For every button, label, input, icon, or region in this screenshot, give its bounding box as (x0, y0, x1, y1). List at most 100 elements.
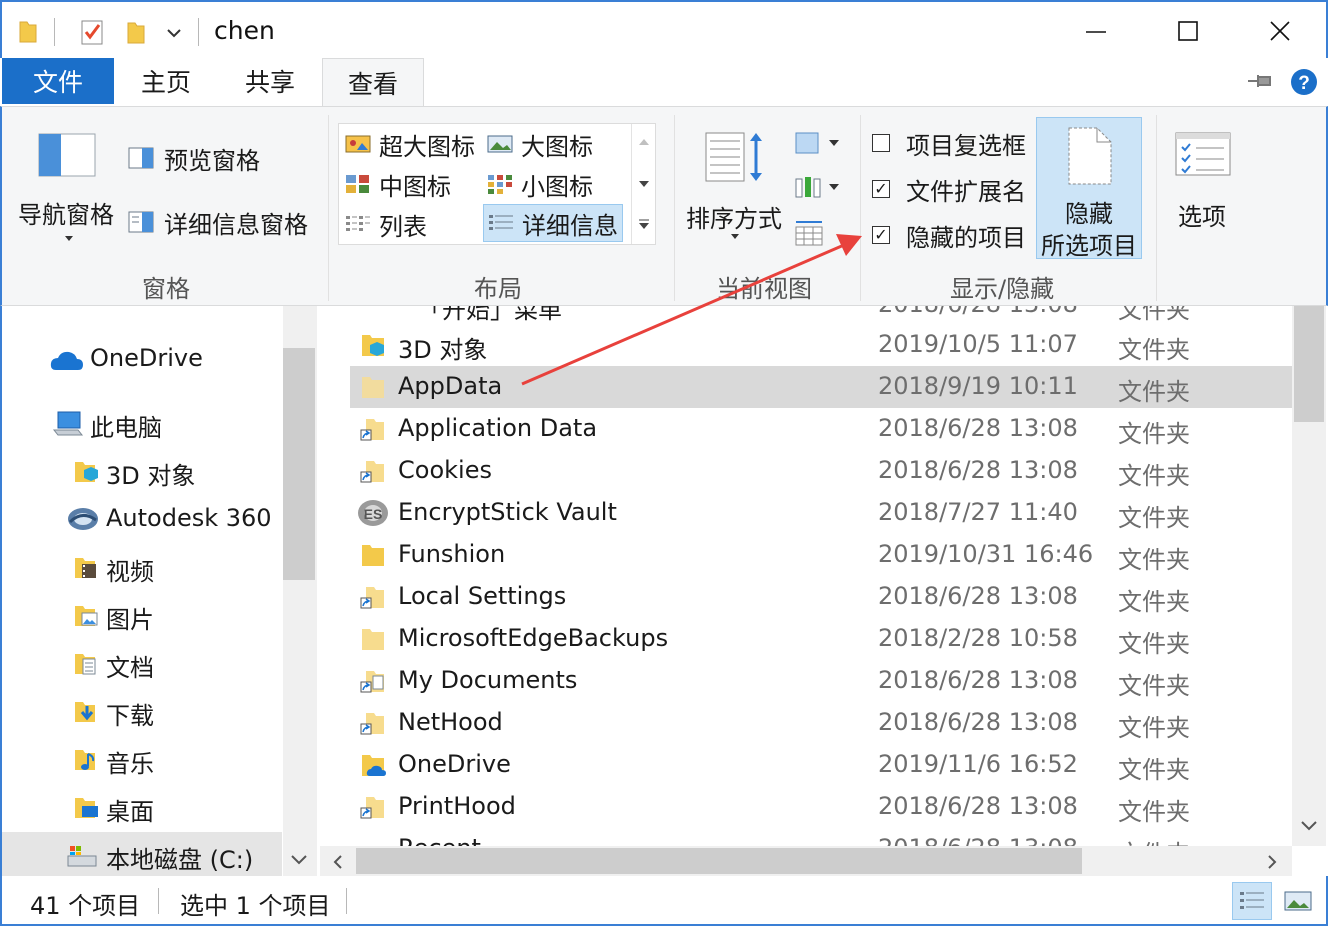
file-row[interactable]: NetHood 2018/6/28 13:08 文件夹 (350, 702, 1292, 744)
layout-large-icons[interactable]: 大图标 (487, 124, 627, 164)
file-row[interactable]: My Documents 2018/6/28 13:08 文件夹 (350, 660, 1292, 702)
layout-item-label: 详细信息 (522, 211, 618, 240)
chevron-down-icon[interactable] (166, 28, 182, 38)
file-date: 2018/6/28 13:08 (878, 582, 1078, 610)
folder-shortcut-icon (360, 713, 384, 735)
chevron-right-icon[interactable] (1266, 854, 1278, 870)
file-type: 文件夹 (1118, 546, 1190, 574)
file-type: 文件夹 (1118, 462, 1190, 490)
divider (674, 115, 675, 301)
file-date: 2018/6/28 13:08 (878, 414, 1078, 442)
file-type: 文件夹 (1118, 630, 1190, 658)
layout-details-selected[interactable]: 详细信息 (483, 204, 623, 242)
group-by-button[interactable] (794, 129, 844, 157)
large-icons-view-button[interactable] (1278, 882, 1318, 920)
options-button[interactable]: 选项 (1166, 121, 1246, 251)
selected-count: 选中 1 个项目 (180, 892, 331, 920)
chevron-down-icon[interactable] (1300, 820, 1318, 832)
sort-by-button[interactable]: 排序方式 (684, 119, 784, 255)
chevron-up-icon[interactable] (638, 138, 650, 146)
tab-view[interactable]: 查看 (322, 58, 424, 106)
chevron-left-icon[interactable] (332, 854, 344, 870)
layout-extra-large-icons[interactable]: 超大图标 (345, 124, 485, 164)
item-checkboxes-toggle[interactable]: 项目复选框 (872, 127, 1032, 160)
divider (1156, 115, 1157, 301)
folder-icon[interactable] (18, 18, 38, 44)
details-view-button[interactable] (1232, 882, 1272, 920)
layout-small-icons[interactable]: 小图标 (487, 164, 627, 204)
tab-share[interactable]: 共享 (218, 58, 322, 104)
svg-text:?: ? (1298, 73, 1310, 94)
preview-pane-button[interactable]: 预览窗格 (128, 141, 308, 175)
details-pane-button[interactable]: 详细信息窗格 (128, 205, 318, 239)
tab-home[interactable]: 主页 (114, 58, 218, 104)
list-icon (346, 216, 370, 231)
expand-gallery-icon[interactable] (638, 218, 650, 230)
file-row[interactable]: Cookies 2018/6/28 13:08 文件夹 (350, 450, 1292, 492)
nav-item-autodesk-360[interactable]: Autodesk 360 (2, 496, 282, 544)
gallery-scroll[interactable] (631, 124, 655, 244)
chevron-down-icon[interactable] (290, 854, 308, 866)
file-row[interactable]: PrintHood 2018/6/28 13:08 文件夹 (350, 786, 1292, 828)
file-row[interactable]: OneDrive 2019/11/6 16:52 文件夹 (350, 744, 1292, 786)
pin-ribbon-icon[interactable] (1246, 70, 1276, 92)
layout-medium-icons[interactable]: 中图标 (345, 164, 485, 204)
nav-item-videos[interactable]: 视频 (2, 544, 282, 592)
file-extensions-checkbox[interactable]: ✓ (872, 180, 890, 198)
new-folder-icon[interactable] (126, 18, 146, 46)
divider (346, 888, 347, 914)
chevron-down-icon (65, 236, 73, 241)
help-icon[interactable]: ? (1290, 68, 1318, 96)
nav-item-desktop[interactable]: 桌面 (2, 784, 282, 832)
file-extensions-toggle[interactable]: ✓ 文件扩展名 (872, 173, 1032, 206)
file-row[interactable]: Funshion 2019/10/31 16:46 文件夹 (350, 534, 1292, 576)
file-name: EncryptStick Vault (398, 498, 617, 526)
file-name: NetHood (398, 708, 503, 736)
sort-by-label: 排序方式 (686, 205, 782, 233)
nav-item-downloads[interactable]: 下载 (2, 688, 282, 736)
nav-item-music[interactable]: 音乐 (2, 736, 282, 784)
tab-file[interactable]: 文件 (2, 58, 114, 104)
hidden-items-checkbox[interactable]: ✓ (872, 226, 890, 244)
file-row[interactable]: Local Settings 2018/6/28 13:08 文件夹 (350, 576, 1292, 618)
file-date: 2018/9/19 10:11 (878, 372, 1078, 400)
nav-item-local-disk-c[interactable]: 本地磁盘 (C:) (2, 832, 282, 880)
file-row[interactable]: 「开始」菜单 2018/6/28 13:08 文件夹 (350, 306, 1292, 326)
vertical-scrollbar-thumb[interactable] (1294, 306, 1324, 422)
close-button[interactable] (1234, 2, 1326, 60)
nav-item-documents[interactable]: 文档 (2, 640, 282, 688)
nav-item-3d-objects[interactable]: 3D 对象 (2, 448, 282, 496)
onedrive-icon (50, 351, 83, 370)
status-bar: 41 个项目 选中 1 个项目 (0, 876, 1328, 926)
file-row-selected[interactable]: AppData 2018/9/19 10:11 文件夹 (350, 366, 1292, 408)
small-icons-icon (488, 175, 512, 194)
options-label: 选项 (1178, 203, 1226, 231)
nav-item-this-pc[interactable]: 此电脑 (2, 400, 282, 448)
size-columns-icon (795, 221, 823, 246)
layout-list[interactable]: 列表 (345, 204, 485, 244)
nav-scrollbar-thumb[interactable] (283, 348, 315, 580)
hidden-items-toggle[interactable]: ✓ 隐藏的项目 (872, 219, 1032, 252)
file-row[interactable]: 3D 对象 2019/10/5 11:07 文件夹 (350, 324, 1292, 366)
nav-pane-button[interactable]: 导航窗格 (18, 119, 118, 255)
nav-item-onedrive[interactable]: OneDrive (2, 336, 282, 384)
hidden-items-label: 隐藏的项目 (906, 223, 1026, 252)
file-name: 3D 对象 (398, 336, 488, 364)
file-row[interactable]: Recent 2018/6/28 13:08 文件夹 (350, 828, 1292, 846)
nav-item-pictures[interactable]: 图片 (2, 592, 282, 640)
chevron-down-icon[interactable] (638, 180, 650, 188)
hide-selected-items-button[interactable]: 隐藏 所选项目 (1036, 117, 1142, 260)
properties-icon[interactable] (80, 18, 106, 46)
nav-item-label: OneDrive (90, 344, 203, 372)
file-row[interactable]: Application Data 2018/6/28 13:08 文件夹 (350, 408, 1292, 450)
maximize-button[interactable] (1142, 2, 1234, 60)
group-label-show-hide: 显示/隐藏 (950, 275, 1055, 303)
add-columns-button[interactable] (794, 173, 844, 201)
horizontal-scrollbar-thumb[interactable] (356, 848, 1082, 874)
file-row[interactable]: MicrosoftEdgeBackups 2018/2/28 10:58 文件夹 (350, 618, 1292, 660)
item-checkboxes-checkbox[interactable] (872, 134, 890, 152)
file-row[interactable]: ES EncryptStick Vault 2018/7/27 11:40 文件… (350, 492, 1292, 534)
nav-pane-label: 导航窗格 (18, 201, 114, 229)
size-columns-button[interactable] (794, 219, 826, 249)
minimize-button[interactable] (1050, 2, 1142, 60)
